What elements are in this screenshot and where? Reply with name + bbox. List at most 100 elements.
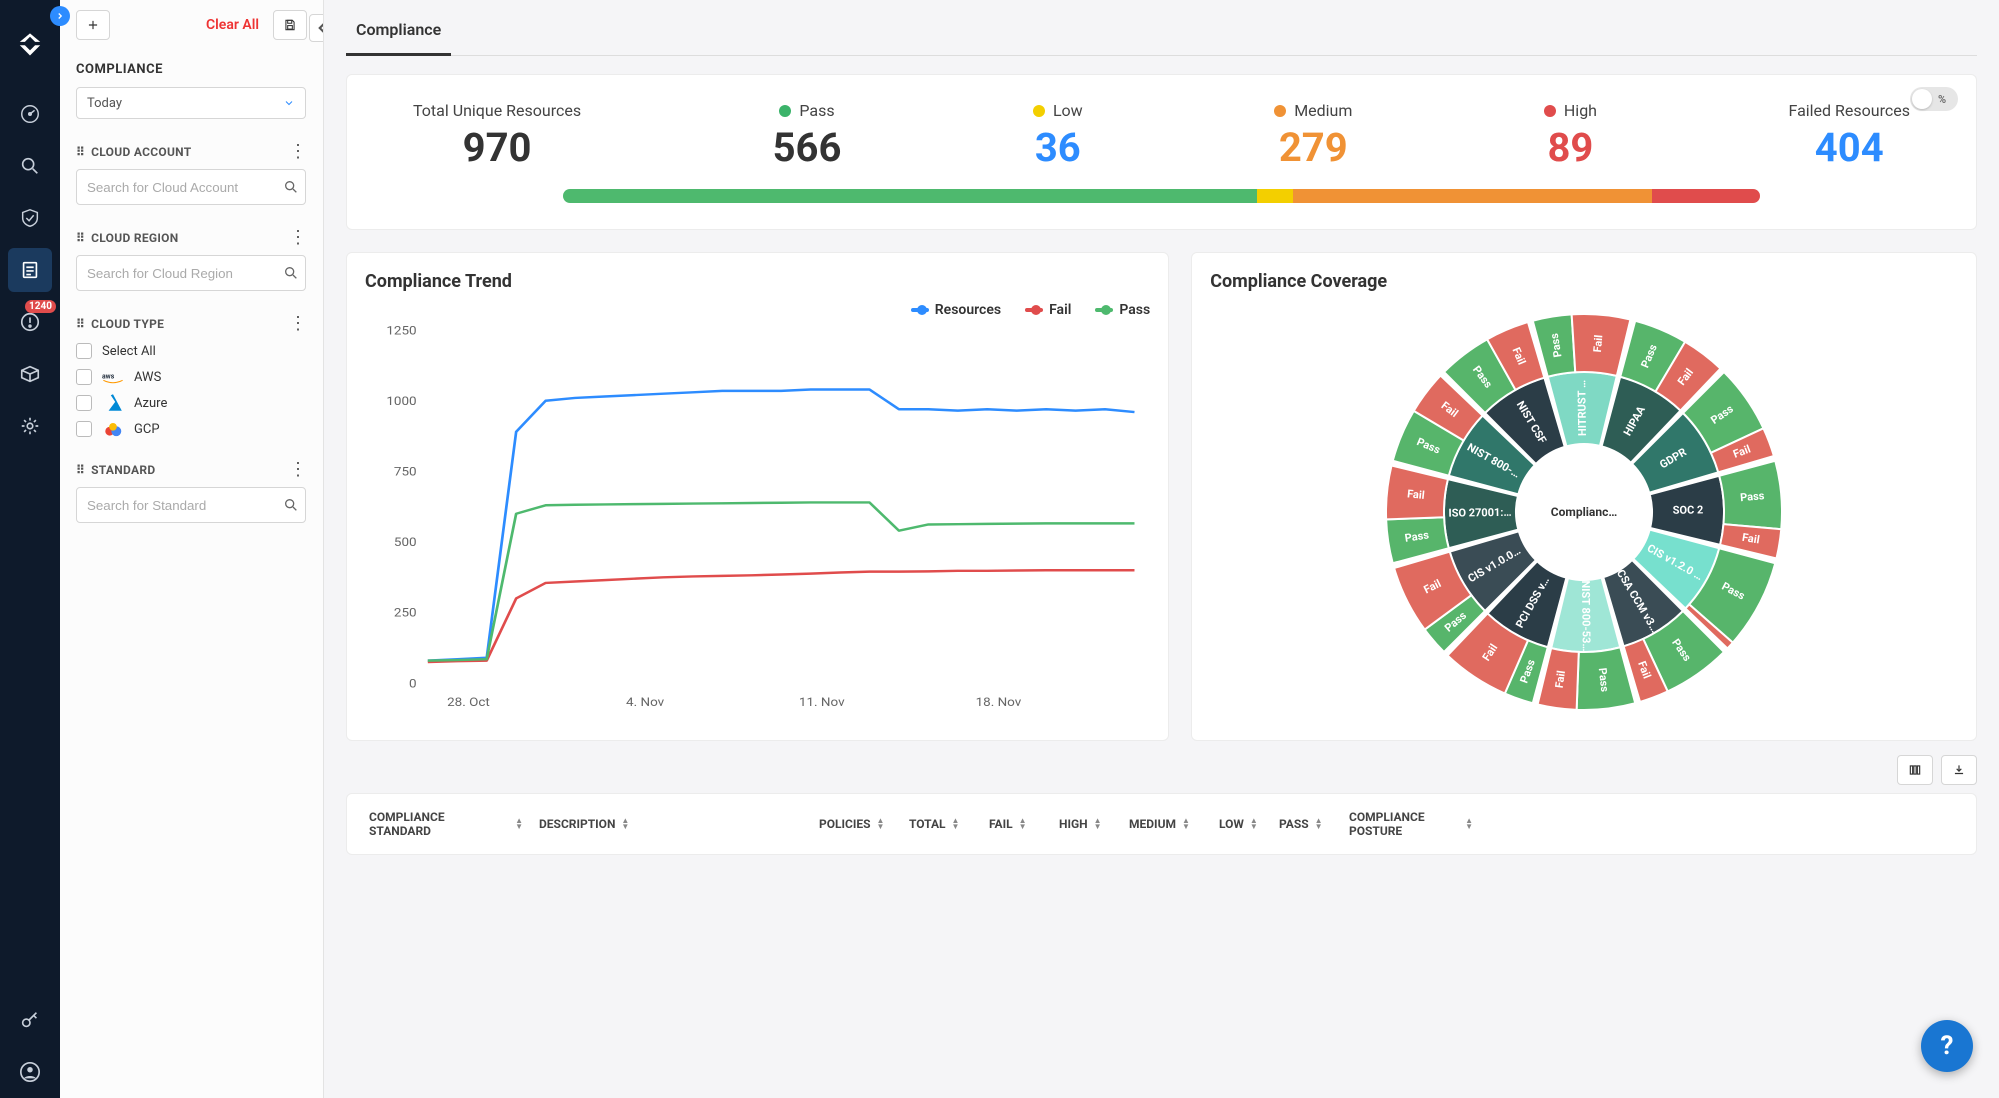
table-header-cell[interactable]: POLICIES▲▼ — [811, 817, 901, 831]
table-header-cell[interactable]: COMPLIANCE POSTURE▲▼ — [1341, 810, 1481, 838]
svg-text:HITRUST …: HITRUST … — [1575, 380, 1589, 436]
add-filter-button[interactable] — [76, 10, 110, 40]
main-content: Compliance % Total Unique Resources 970 … — [324, 0, 1999, 1098]
search-icon — [283, 265, 299, 281]
nav-api-keys[interactable] — [8, 998, 52, 1042]
coverage-chart: HITRUST …PassFailHIPAAPassFailGDPRPassFa… — [1210, 302, 1958, 722]
percent-toggle[interactable]: % — [1910, 87, 1958, 111]
svg-text:Complianc…: Complianc… — [1551, 505, 1618, 519]
stat-medium: Medium 279 — [1274, 101, 1352, 171]
nav-inventory[interactable] — [8, 352, 52, 396]
legend-item[interactable]: Pass — [1095, 302, 1150, 318]
cloud-type-select-all[interactable]: Select All — [76, 343, 307, 359]
trend-legend: Resources Fail Pass — [365, 302, 1150, 318]
cloud-type-menu[interactable]: ⋮ — [289, 315, 307, 333]
search-icon — [283, 497, 299, 513]
svg-text:500: 500 — [394, 536, 417, 550]
svg-text:28. Oct: 28. Oct — [447, 695, 490, 709]
svg-text:Pass: Pass — [1596, 667, 1612, 693]
compliance-table: COMPLIANCE STANDARD▲▼DESCRIPTION▲▼POLICI… — [346, 793, 1977, 855]
cloud-account-menu[interactable]: ⋮ — [289, 143, 307, 161]
stat-total: Total Unique Resources 970 — [413, 101, 581, 171]
cloud-account-label: ⠿ CLOUD ACCOUNT — [76, 145, 192, 159]
checkbox[interactable] — [76, 421, 92, 437]
svg-text:ISO 27001:…: ISO 27001:… — [1448, 506, 1511, 520]
clear-all-button[interactable]: Clear All — [206, 17, 259, 33]
table-header-row: COMPLIANCE STANDARD▲▼DESCRIPTION▲▼POLICI… — [361, 810, 1962, 838]
checkbox[interactable] — [76, 343, 92, 359]
alerts-badge: 1240 — [25, 300, 56, 313]
table-header-cell[interactable]: DESCRIPTION▲▼ — [531, 817, 811, 831]
gcp-icon — [102, 421, 124, 437]
svg-text:Fail: Fail — [1553, 670, 1568, 689]
download-button[interactable] — [1941, 755, 1977, 785]
coverage-chart-card: Compliance Coverage HITRUST …PassFailHIP… — [1191, 252, 1977, 741]
table-header-cell[interactable]: COMPLIANCE STANDARD▲▼ — [361, 810, 531, 838]
nav-alerts[interactable]: 1240 — [8, 300, 52, 344]
svg-text:11. Nov: 11. Nov — [799, 695, 845, 709]
stat-pass: Pass 566 — [773, 101, 842, 171]
nav-policies[interactable] — [8, 196, 52, 240]
standard-label: ⠿ STANDARD — [76, 463, 155, 477]
sidebar-collapse-button[interactable] — [309, 14, 324, 42]
tab-compliance[interactable]: Compliance — [346, 14, 451, 56]
trend-chart: 02505007501000125028. Oct4. Nov11. Nov18… — [365, 324, 1150, 714]
cloud-type-gcp[interactable]: GCP — [76, 421, 307, 437]
cloud-type-aws[interactable]: aws AWS — [76, 369, 307, 385]
svg-text:1250: 1250 — [386, 324, 416, 338]
table-header-cell[interactable]: LOW▲▼ — [1211, 817, 1271, 831]
cloud-region-search[interactable] — [76, 255, 306, 291]
stat-failed: Failed Resources 404 — [1788, 101, 1909, 171]
stat-low: Low 36 — [1033, 101, 1083, 171]
svg-text:4. Nov: 4. Nov — [626, 695, 665, 709]
sidebar-section-title: COMPLIANCE — [76, 62, 307, 77]
svg-text:750: 750 — [394, 465, 417, 479]
aws-icon: aws — [102, 369, 124, 385]
cloud-region-menu[interactable]: ⋮ — [289, 229, 307, 247]
search-icon — [283, 179, 299, 195]
nav-compliance[interactable] — [8, 248, 52, 292]
date-range-select[interactable]: Today — [76, 87, 306, 119]
svg-text:250: 250 — [394, 606, 417, 620]
cloud-type-azure[interactable]: Azure — [76, 395, 307, 411]
nav-rail: 1240 — [0, 0, 60, 1098]
table-header-cell[interactable]: PASS▲▼ — [1271, 817, 1341, 831]
nav-settings[interactable] — [8, 404, 52, 448]
table-header-cell[interactable]: HIGH▲▼ — [1051, 817, 1121, 831]
trend-title: Compliance Trend — [365, 271, 1150, 292]
save-filter-button[interactable] — [273, 10, 307, 40]
cloud-type-label: ⠿ CLOUD TYPE — [76, 317, 164, 331]
stat-high: High 89 — [1544, 101, 1597, 171]
checkbox[interactable] — [76, 395, 92, 411]
svg-text:0: 0 — [409, 677, 417, 691]
legend-item[interactable]: Resources — [911, 302, 1001, 318]
nav-dashboard[interactable] — [8, 92, 52, 136]
help-button[interactable]: ? — [1921, 1020, 1973, 1072]
columns-button[interactable] — [1897, 755, 1933, 785]
svg-text:NIST 800-53…: NIST 800-53… — [1579, 580, 1593, 651]
rail-expand-toggle[interactable] — [50, 6, 70, 26]
coverage-title: Compliance Coverage — [1210, 271, 1958, 292]
trend-chart-card: Compliance Trend Resources Fail Pass 0 250 5… — [346, 252, 1169, 741]
cloud-region-label: ⠿ CLOUD REGION — [76, 231, 179, 245]
cloud-account-search[interactable] — [76, 169, 306, 205]
summary-progress-bar — [563, 189, 1760, 203]
tab-underline — [346, 55, 1977, 56]
svg-text:Fail: Fail — [1591, 334, 1605, 353]
date-range-value: Today — [87, 96, 122, 111]
table-header-cell[interactable]: MEDIUM▲▼ — [1121, 817, 1211, 831]
checkbox[interactable] — [76, 369, 92, 385]
app-logo — [13, 30, 47, 64]
standard-search[interactable] — [76, 487, 306, 523]
table-header-cell[interactable]: FAIL▲▼ — [981, 817, 1051, 831]
svg-text:Fail: Fail — [1407, 487, 1426, 502]
svg-text:SOC 2: SOC 2 — [1673, 503, 1704, 516]
legend-item[interactable]: Fail — [1025, 302, 1071, 318]
table-header-cell[interactable]: TOTAL▲▼ — [901, 817, 981, 831]
azure-icon — [102, 395, 124, 411]
svg-text:18. Nov: 18. Nov — [976, 695, 1022, 709]
standard-menu[interactable]: ⋮ — [289, 461, 307, 479]
filter-sidebar: Clear All COMPLIANCE Today ⠿ CLOUD ACCOU… — [60, 0, 324, 1098]
nav-investigate[interactable] — [8, 144, 52, 188]
nav-profile[interactable] — [8, 1050, 52, 1094]
